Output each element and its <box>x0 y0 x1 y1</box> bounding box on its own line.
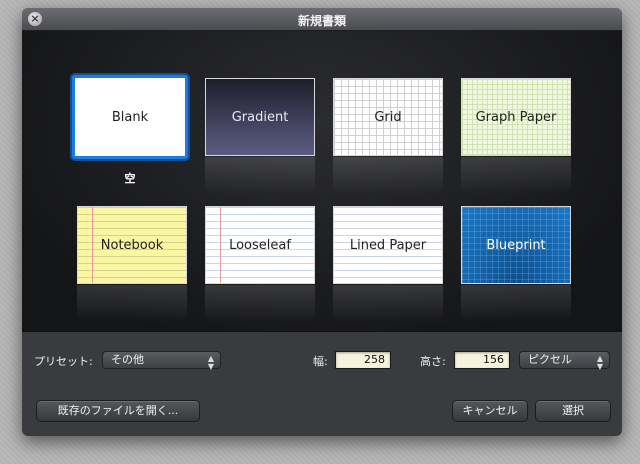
template-blank[interactable]: Blank <box>72 75 188 159</box>
unit-popup[interactable]: ピクセル ▲ ▼ <box>519 351 610 371</box>
thumbnail-reflection <box>461 285 571 323</box>
template-label: Blank <box>111 109 149 125</box>
template-gradient[interactable]: Gradient <box>205 78 315 156</box>
template-graph-paper[interactable]: Graph Paper <box>461 78 571 156</box>
thumbnail-reflection <box>205 157 315 195</box>
height-field[interactable]: 156 <box>454 351 510 369</box>
template-lined-paper[interactable]: Lined Paper <box>333 206 443 284</box>
thumbnail-reflection <box>333 157 443 195</box>
preset-popup[interactable]: その他 ▲ ▼ <box>102 351 221 371</box>
preset-value: その他 <box>111 353 144 366</box>
thumbnail-reflection <box>333 285 443 323</box>
template-label: Lined Paper <box>349 237 427 253</box>
thumbnail-reflection <box>77 285 187 323</box>
template-label: Notebook <box>100 237 164 253</box>
dialog-title: 新規書類 <box>297 14 346 28</box>
template-label: Gradient <box>231 109 289 125</box>
cancel-button[interactable]: キャンセル <box>452 400 528 422</box>
unit-value: ピクセル <box>528 353 572 366</box>
width-label: 幅: <box>313 355 328 368</box>
updown-arrows-icon: ▲ ▼ <box>596 354 603 371</box>
height-label: 高さ: <box>420 355 446 368</box>
template-label: Graph Paper <box>475 109 557 125</box>
choose-button[interactable]: 選択 <box>535 400 611 422</box>
new-document-dialog: × 新規書類 Blank 空 Gradient Grid Graph Paper… <box>22 8 622 436</box>
selected-template-caption: 空 <box>124 172 136 185</box>
template-label: Blueprint <box>486 237 546 253</box>
template-looseleaf[interactable]: Looseleaf <box>205 206 315 284</box>
template-gallery: Blank 空 Gradient Grid Graph Paper Notebo… <box>22 31 622 332</box>
template-grid[interactable]: Grid <box>333 78 443 156</box>
thumbnail-reflection <box>461 157 571 195</box>
template-label: Grid <box>374 109 402 125</box>
thumbnail-reflection <box>205 285 315 323</box>
preset-label: プリセット: <box>34 355 93 368</box>
title-bar: × 新規書類 <box>22 8 622 31</box>
open-existing-file-button[interactable]: 既存のファイルを開く... <box>36 400 200 422</box>
template-label: Looseleaf <box>229 237 291 253</box>
template-notebook[interactable]: Notebook <box>77 206 187 284</box>
updown-arrows-icon: ▲ ▼ <box>207 354 214 371</box>
template-blueprint[interactable]: Blueprint <box>461 206 571 284</box>
width-field[interactable]: 258 <box>335 351 391 369</box>
